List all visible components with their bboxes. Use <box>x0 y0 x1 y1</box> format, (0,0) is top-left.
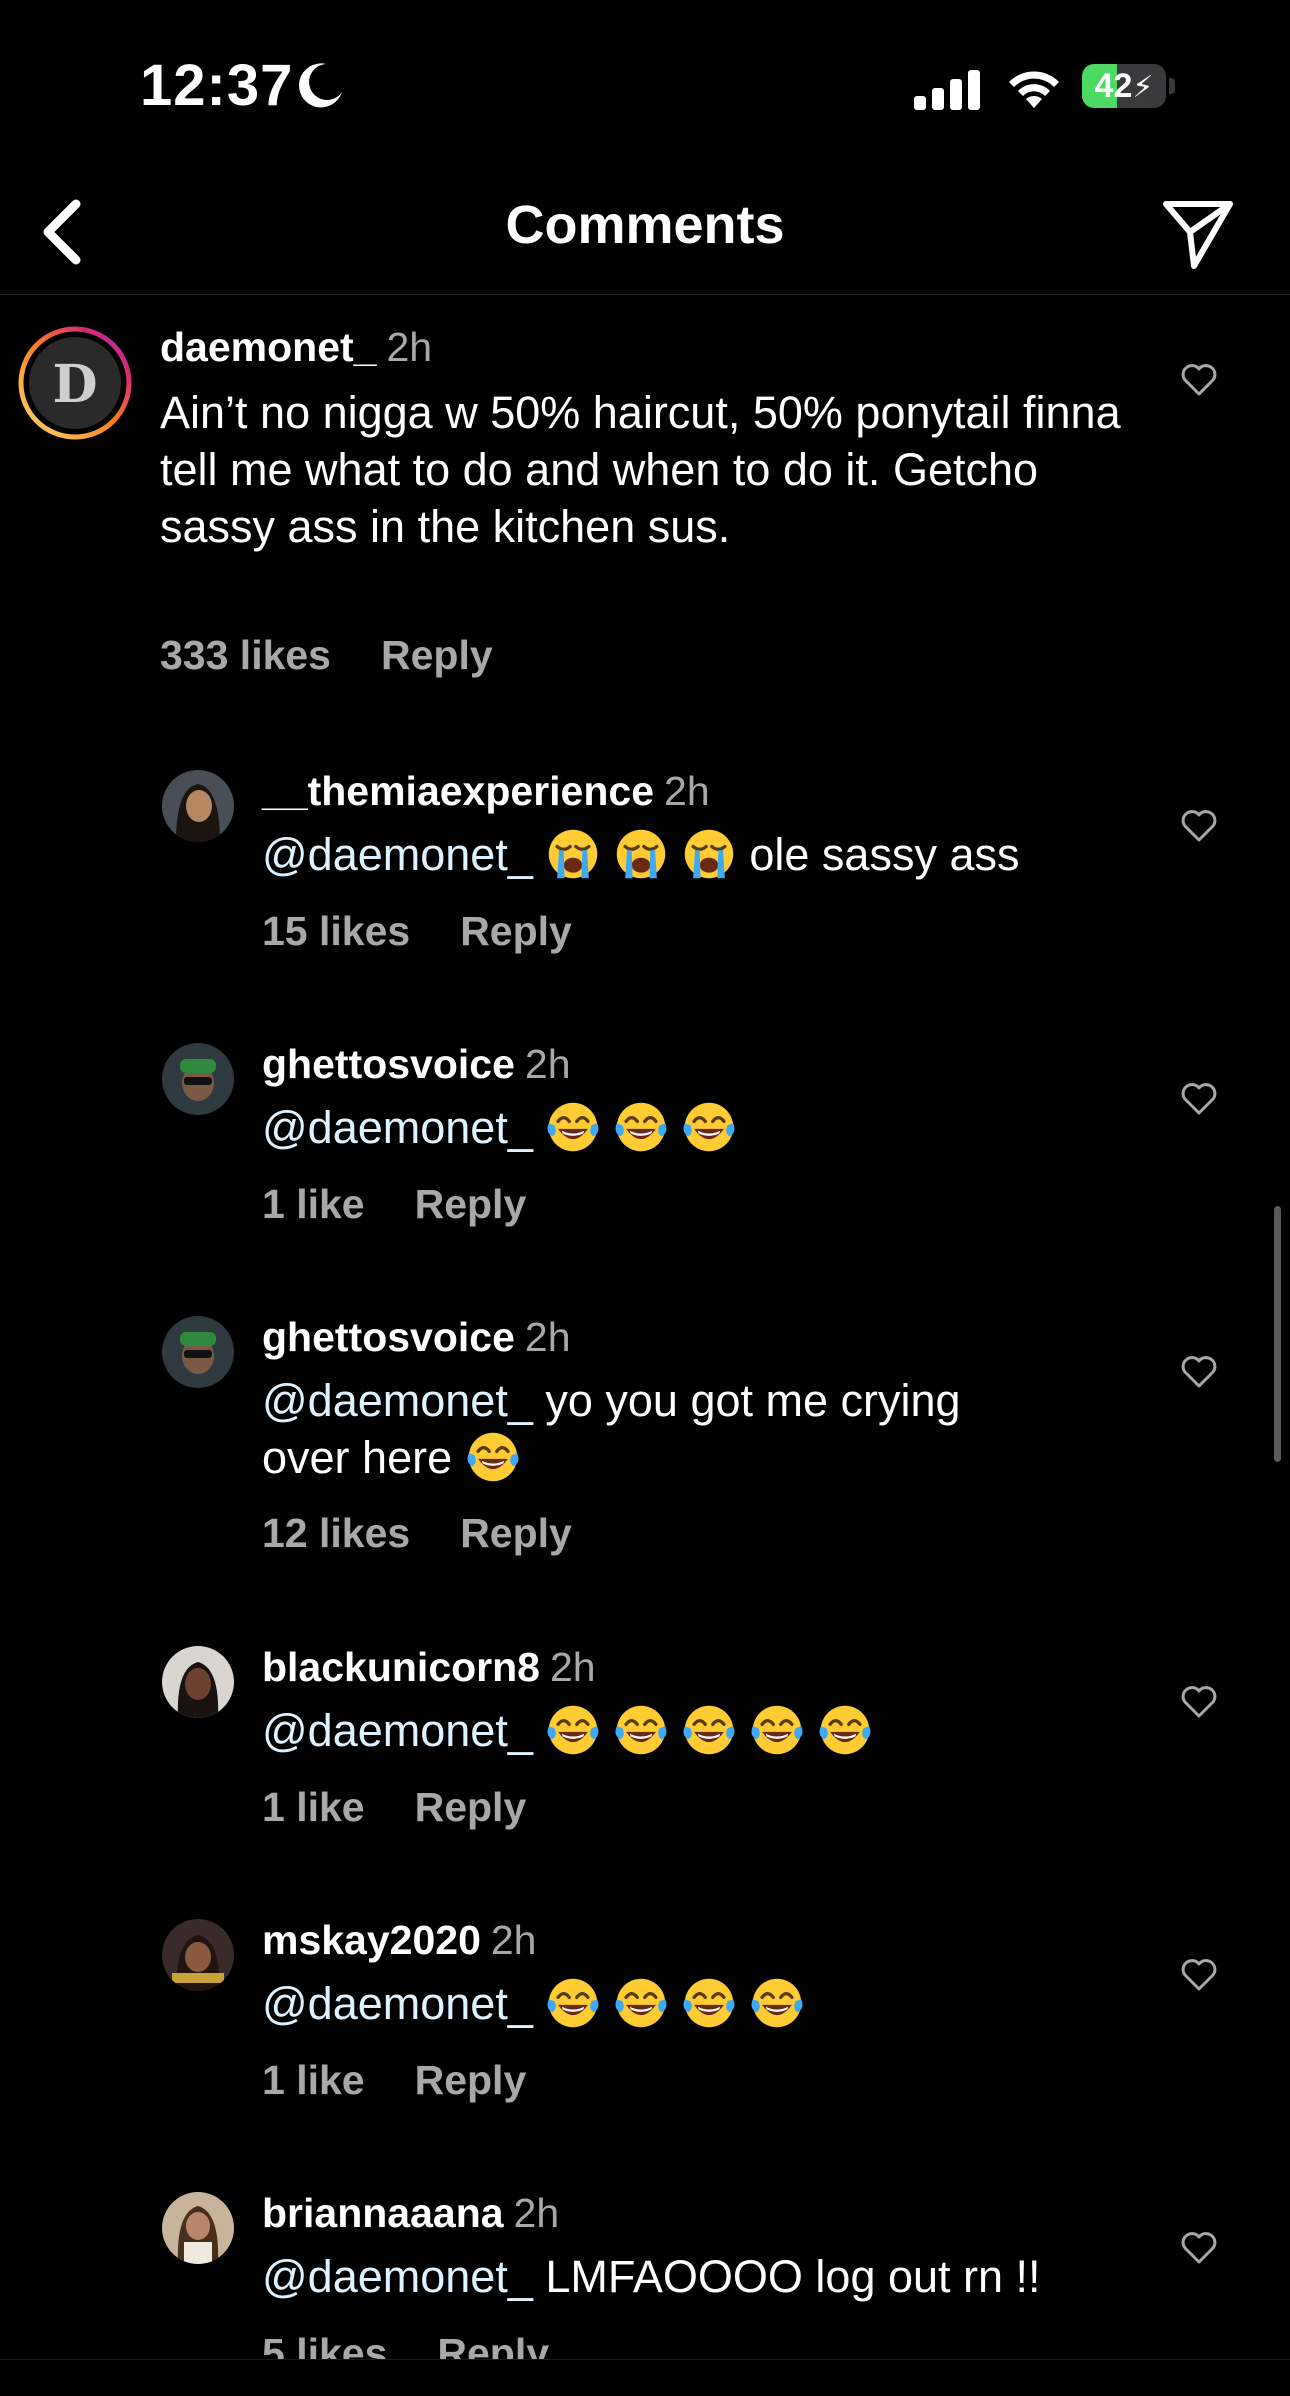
comment-text-content: LMFAOOOO log out rn !! <box>545 2251 1041 2302</box>
scrollbar-thumb[interactable] <box>1274 1206 1281 1462</box>
cellular-signal-icon <box>914 70 980 110</box>
face-with-tears-of-joy-icon <box>545 1702 601 1758</box>
comment-username[interactable]: daemonet_ <box>160 324 376 370</box>
wifi-icon <box>1009 71 1059 108</box>
comment-text-line2: over here <box>262 1432 453 1483</box>
face-with-tears-of-joy-icon <box>613 1099 669 1155</box>
heart-icon[interactable] <box>1180 808 1218 844</box>
comment-text: Ain’t no nigga w 50% haircut, 50% ponyta… <box>160 387 1134 552</box>
comment-text: @daemonet_ yo you got me crying over her… <box>262 1372 1142 1486</box>
avatar[interactable] <box>162 770 234 842</box>
face-with-tears-of-joy-icon <box>681 1702 737 1758</box>
bottom-edge <box>0 2359 1290 2396</box>
charging-bolt-icon: ⚡ <box>1132 71 1154 104</box>
reply-button[interactable]: Reply <box>415 2057 527 2103</box>
face-with-tears-of-joy-icon <box>545 1099 601 1155</box>
like-count[interactable]: 333 likes <box>160 632 331 678</box>
mention-link[interactable]: @daemonet_ <box>262 829 533 880</box>
face-with-tears-of-joy-icon <box>681 1975 737 2031</box>
profile-photo-avatar <box>162 1316 234 1388</box>
comment-timestamp: 2h <box>513 2190 560 2236</box>
status-time: 12:37 <box>140 53 294 118</box>
like-count[interactable]: 12 likes <box>262 1510 410 1556</box>
loudly-crying-face-icon <box>545 826 601 882</box>
comment-timestamp: 2h <box>386 324 433 370</box>
reply-button[interactable]: Reply <box>415 1181 527 1227</box>
face-with-tears-of-joy-icon <box>545 1975 601 2031</box>
face-with-tears-of-joy-icon <box>749 1975 805 2031</box>
avatar[interactable] <box>162 1043 234 1115</box>
comment-username[interactable]: briannaaana <box>262 2190 504 2236</box>
face-with-tears-of-joy-icon <box>817 1702 873 1758</box>
loudly-crying-face-icon <box>613 826 669 882</box>
mention-link[interactable]: @daemonet_ <box>262 1102 533 1153</box>
comment-username[interactable]: ghettosvoice <box>262 1314 515 1360</box>
comment-text-line1: yo you got me crying <box>545 1375 961 1426</box>
comments-header: Comments <box>0 170 1290 295</box>
reply-button[interactable]: Reply <box>460 908 572 954</box>
reply-button[interactable]: Reply <box>415 1784 527 1830</box>
mention-link[interactable]: @daemonet_ <box>262 1705 533 1756</box>
profile-photo-avatar <box>162 770 234 842</box>
heart-icon[interactable] <box>1180 1081 1218 1117</box>
comment-username[interactable]: mskay2020 <box>262 1917 481 1963</box>
avatar[interactable] <box>162 1919 234 1991</box>
loudly-crying-face-icon <box>681 826 737 882</box>
avatar[interactable] <box>162 2192 234 2264</box>
avatar[interactable] <box>162 1316 234 1388</box>
battery-percent: 42⚡ <box>1094 67 1154 105</box>
mention-link[interactable]: @daemonet_ <box>262 1375 533 1426</box>
like-count[interactable]: 1 like <box>262 2057 365 2103</box>
face-with-tears-of-joy-icon <box>465 1429 521 1485</box>
comment-username[interactable]: __themiaexperience <box>262 768 654 814</box>
comment-timestamp: 2h <box>490 1917 537 1963</box>
like-count[interactable]: 1 like <box>262 1784 365 1830</box>
battery-indicator: 42⚡ <box>1082 64 1176 108</box>
heart-icon[interactable] <box>1180 1354 1218 1390</box>
comment-text-content: ole sassy ass <box>749 829 1020 880</box>
like-count[interactable]: 15 likes <box>262 908 410 954</box>
heart-icon[interactable] <box>1180 1684 1218 1720</box>
face-with-tears-of-joy-icon <box>613 1975 669 2031</box>
comment-timestamp: 2h <box>524 1314 571 1360</box>
profile-photo-avatar <box>162 2192 234 2264</box>
face-with-tears-of-joy-icon <box>749 1702 805 1758</box>
profile-photo-avatar <box>162 1919 234 1991</box>
comment-timestamp: 2h <box>664 768 710 814</box>
comment-text: @daemonet_ <box>262 1099 1142 1156</box>
comment-username[interactable]: blackunicorn8 <box>262 1644 540 1690</box>
page-title: Comments <box>505 195 785 255</box>
reply-button[interactable]: Reply <box>381 632 493 678</box>
comment-text: @daemonet_ LMFAOOOO log out rn !! <box>262 2248 1162 2305</box>
share-paper-plane-icon[interactable] <box>1158 192 1238 272</box>
comment-timestamp: 2h <box>524 1041 571 1087</box>
like-count[interactable]: 1 like <box>262 1181 365 1227</box>
comment-text: @daemonet_ <box>262 1975 1142 2032</box>
comment-text: @daemonet_ ole sassy ass <box>262 826 1142 883</box>
comment-username[interactable]: ghettosvoice <box>262 1041 515 1087</box>
avatar[interactable]: D <box>18 326 132 440</box>
mention-link[interactable]: @daemonet_ <box>262 1978 533 2029</box>
profile-photo-avatar <box>162 1646 234 1718</box>
comment-timestamp: 2h <box>549 1644 596 1690</box>
face-with-tears-of-joy-icon <box>613 1702 669 1758</box>
moon-icon <box>299 63 342 108</box>
reply-button[interactable]: Reply <box>460 1510 572 1556</box>
story-ring-avatar-icon: D <box>18 326 132 440</box>
profile-photo-avatar <box>162 1043 234 1115</box>
face-with-tears-of-joy-icon <box>681 1099 737 1155</box>
heart-icon[interactable] <box>1180 2230 1218 2266</box>
mention-link[interactable]: @daemonet_ <box>262 2251 533 2302</box>
comment-text: @daemonet_ <box>262 1702 1142 1759</box>
status-bar: 12:37 42⚡ <box>0 0 1290 170</box>
avatar[interactable] <box>162 1646 234 1718</box>
svg-text:D: D <box>52 354 97 415</box>
heart-icon[interactable] <box>1180 1957 1218 1993</box>
heart-icon[interactable] <box>1180 362 1218 398</box>
